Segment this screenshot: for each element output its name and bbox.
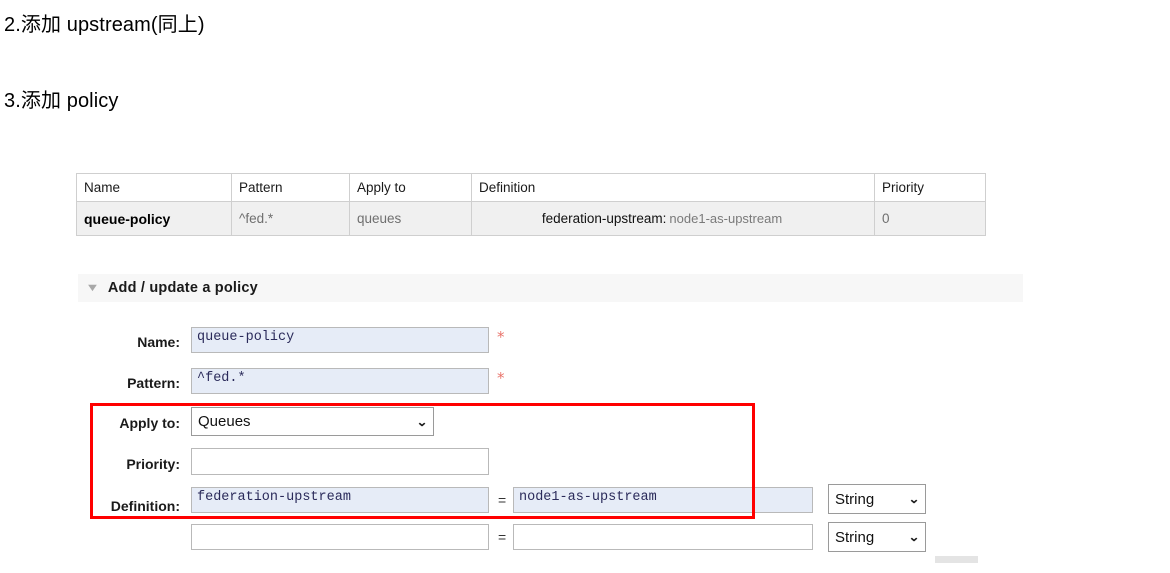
- definition-key-input-2[interactable]: [191, 524, 489, 550]
- definition-type-value-2: String: [835, 528, 875, 546]
- column-header-definition: Definition: [471, 173, 875, 202]
- priority-label: Priority:: [126, 456, 180, 472]
- table-header-row: Name Pattern Apply to Definition Priorit…: [76, 173, 986, 202]
- cell-policy-priority: 0: [874, 201, 986, 236]
- doc-heading-step-3: 3.添加 policy: [4, 90, 119, 112]
- column-header-priority: Priority: [874, 173, 986, 202]
- chevron-down-icon: ⌄: [908, 492, 920, 506]
- definition-type-select-2[interactable]: String ⌄: [828, 522, 926, 552]
- apply-to-select[interactable]: Queues ⌄: [191, 407, 434, 436]
- chevron-down-icon: ⌄: [416, 414, 428, 429]
- cell-policy-name: queue-policy: [76, 201, 232, 236]
- apply-to-selected-value: Queues: [198, 413, 251, 430]
- equals-sign-2: =: [498, 529, 507, 545]
- name-label: Name:: [137, 334, 180, 350]
- definition-key-input-1[interactable]: federation-upstream: [191, 487, 489, 513]
- definition-value-input-2[interactable]: [513, 524, 813, 550]
- chevron-down-icon: ⌄: [908, 530, 920, 544]
- section-title: Add / update a policy: [107, 280, 258, 296]
- column-header-name: Name: [76, 173, 232, 202]
- pattern-input[interactable]: ^fed.*: [191, 368, 489, 394]
- doc-heading-step-2: 2.添加 upstream(同上): [4, 14, 205, 36]
- chevron-down-icon[interactable]: ▼: [85, 282, 100, 294]
- definition-type-value-1: String: [835, 490, 875, 508]
- definition-label: Definition:: [110, 498, 180, 514]
- name-input[interactable]: queue-policy: [191, 327, 489, 353]
- policy-name-value: queue-policy: [84, 210, 171, 227]
- cell-policy-apply-to: queues: [349, 201, 472, 236]
- required-asterisk-pattern: *: [497, 369, 505, 387]
- policies-table: Name Pattern Apply to Definition Priorit…: [76, 173, 986, 236]
- required-asterisk-name: *: [497, 328, 505, 346]
- definition-value: node1-as-upstream: [669, 211, 783, 226]
- partially-visible-button[interactable]: [935, 556, 978, 563]
- table-row[interactable]: queue-policy ^fed.* queues federation-up…: [76, 201, 986, 236]
- definition-value-input-1[interactable]: node1-as-upstream: [513, 487, 813, 513]
- column-header-pattern: Pattern: [231, 173, 350, 202]
- definition-key: federation-upstream:: [541, 211, 667, 226]
- equals-sign-1: =: [498, 492, 507, 508]
- definition-type-select-1[interactable]: String ⌄: [828, 484, 926, 514]
- column-header-apply-to: Apply to: [349, 173, 472, 202]
- apply-to-label: Apply to:: [119, 415, 180, 431]
- priority-input[interactable]: [191, 448, 489, 475]
- add-update-policy-section-header[interactable]: ▼ Add / update a policy: [78, 274, 1023, 302]
- pattern-label: Pattern:: [127, 375, 180, 391]
- cell-policy-pattern: ^fed.*: [231, 201, 350, 236]
- cell-policy-definition: federation-upstream: node1-as-upstream: [471, 201, 875, 236]
